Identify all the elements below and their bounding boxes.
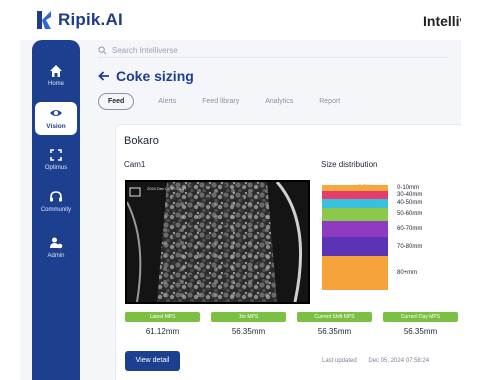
sidebar-item-label: Admin	[47, 253, 65, 259]
sidebar-item-label: Home	[47, 81, 64, 87]
coke-feed-image	[127, 182, 308, 302]
distribution-range: 70-80mm	[397, 243, 423, 250]
sidebar-item-optimus[interactable]: Optimus	[32, 148, 80, 171]
distribution-range: 40-50mm	[397, 200, 423, 207]
metric-value: 56.35mm	[403, 327, 438, 336]
sidebar: Home Vision Optimus Community Admin	[32, 40, 80, 380]
home-icon	[50, 65, 62, 77]
video-timestamp: 2024 Dec 05 07:58:17	[147, 186, 187, 191]
search-icon	[98, 46, 107, 55]
distribution-range: 80+mm	[397, 270, 418, 276]
sidebar-item-admin[interactable]: Admin	[32, 236, 80, 259]
distribution-range: 0-10mm	[397, 185, 420, 192]
tab-feed[interactable]: Feed	[98, 93, 135, 110]
distribution-range: 30-40mm	[397, 192, 423, 199]
distribution-range: 50-60mm	[397, 211, 423, 218]
distribution-percent: 7.69%	[358, 200, 376, 207]
distribution-percent: 14.24%	[358, 226, 379, 233]
tab-feed-library[interactable]: Feed library	[202, 98, 239, 105]
sidebar-item-label: Community	[40, 207, 72, 213]
top-bar: Ripik.AI Intelliverse	[20, 0, 461, 40]
distribution-percent: 29.30%	[358, 270, 379, 276]
arrow-left-icon[interactable]	[98, 71, 110, 81]
tab-analytics[interactable]: Analytics	[265, 98, 293, 105]
app-frame: Ripik.AI Intelliverse Home Vision Optimu…	[20, 0, 461, 380]
metric-value: 56.35mm	[231, 327, 266, 336]
metric-label: Current Shift MPS	[297, 312, 372, 322]
metric-label: Current Day MPS	[383, 312, 458, 322]
distribution-percent: 11.78%	[358, 211, 378, 218]
tab-bar: Feed Alerts Feed library Analytics Repor…	[98, 93, 366, 110]
camera-feed[interactable]: 2024 Dec 05 07:58:17	[125, 180, 310, 304]
page-header: Coke sizing	[98, 68, 194, 84]
optimus-icon	[50, 149, 62, 161]
search-input[interactable]: Search Intelliverse	[112, 46, 178, 55]
eye-icon	[50, 110, 62, 116]
distribution-percent: 6.38%	[358, 192, 376, 199]
last-updated: Last updated Dec 05, 2024 07:58:24	[322, 358, 429, 364]
tab-alerts[interactable]: Alerts	[158, 98, 176, 105]
sidebar-item-label: Optimus	[44, 165, 68, 171]
metric-1hr-mps: 1hr MPS 56.35mm	[211, 312, 286, 336]
distribution-segment	[322, 191, 388, 199]
admin-icon	[50, 237, 63, 249]
logo-text: Ripik.AI	[58, 10, 123, 29]
search-bar[interactable]: Search Intelliverse	[98, 44, 448, 58]
metric-current-shift-mps: Current Shift MPS 56.35mm	[297, 312, 372, 336]
sidebar-item-home[interactable]: Home	[32, 64, 80, 87]
distribution-percent: 16.76%	[358, 243, 379, 250]
product-name: Intelliverse	[423, 13, 461, 29]
headset-icon	[50, 191, 62, 202]
brand-logo[interactable]: Ripik.AI	[36, 10, 123, 30]
metric-current-day-mps: Current Day MPS 56.35mm	[383, 312, 458, 336]
distribution-segment	[322, 207, 388, 221]
size-distribution-title: Size distribution	[321, 160, 378, 169]
plant-name: Bokaro	[124, 135, 159, 147]
distribution-percent: 5.70%	[358, 185, 376, 192]
distribution-segment	[322, 198, 388, 208]
metric-latest-mps: Latest MPS 61.12mm	[125, 312, 200, 336]
view-detail-button[interactable]: View detail	[125, 351, 180, 371]
camera-name: Cam1	[124, 160, 146, 169]
page-title: Coke sizing	[116, 68, 194, 84]
distribution-range: 60-70mm	[397, 226, 423, 233]
ripik-logo-icon	[37, 11, 51, 29]
tab-report[interactable]: Report	[319, 98, 340, 105]
last-updated-value: Dec 05, 2024 07:58:24	[368, 358, 430, 364]
last-updated-label: Last updated	[322, 358, 357, 364]
metric-value: 61.12mm	[145, 327, 180, 336]
sidebar-item-community[interactable]: Community	[32, 190, 80, 213]
metric-value: 56.35mm	[317, 327, 352, 336]
sidebar-item-label: Vision	[46, 123, 66, 130]
sidebar-item-vision[interactable]: Vision	[35, 102, 77, 135]
metric-label: Latest MPS	[125, 312, 200, 322]
camera-card: Bokaro Cam1 Size distribution 2024 Dec 0…	[115, 124, 461, 380]
metric-label: 1hr MPS	[211, 312, 286, 322]
